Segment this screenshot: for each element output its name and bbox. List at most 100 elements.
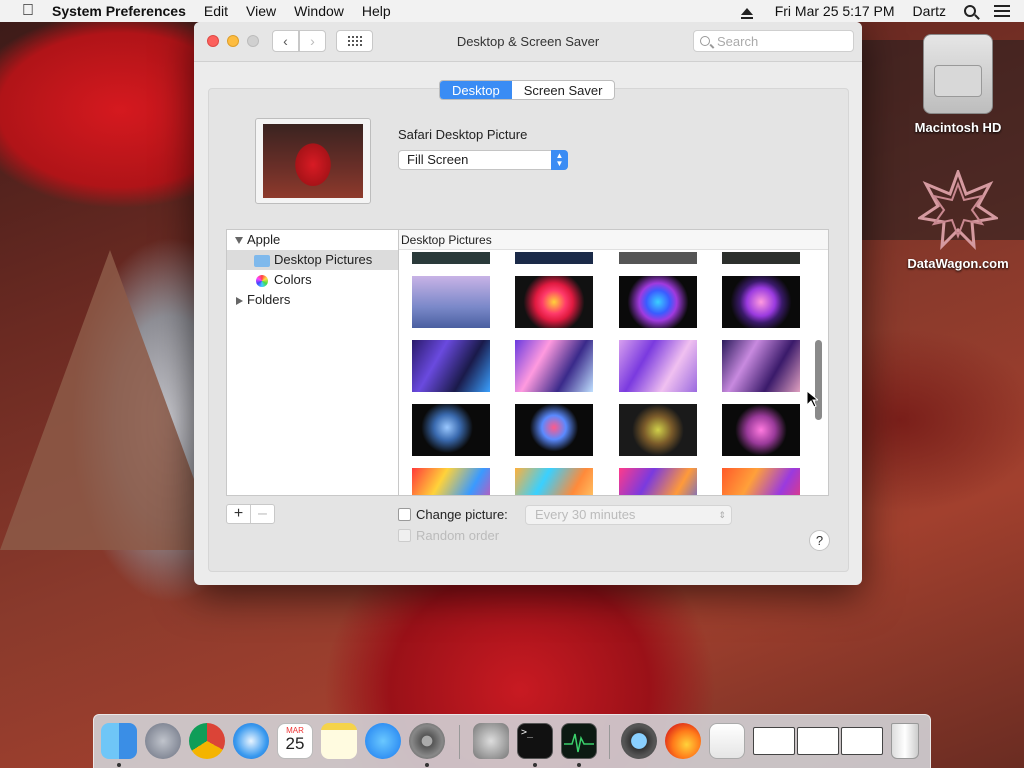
automator-icon[interactable]	[473, 723, 509, 759]
calendar-day: 25	[285, 734, 305, 753]
random-order-label: Random order	[416, 528, 500, 543]
activity-monitor-icon[interactable]	[561, 723, 597, 759]
trash-icon[interactable]	[891, 723, 919, 759]
thumbnail[interactable]	[412, 468, 490, 495]
firefox-icon[interactable]	[665, 723, 701, 759]
spyglass-icon[interactable]	[621, 723, 657, 759]
app-store-icon[interactable]	[365, 723, 401, 759]
search-placeholder: Search	[717, 33, 759, 49]
menu-help[interactable]: Help	[362, 3, 391, 19]
change-interval-value: Every 30 minutes	[535, 507, 636, 522]
remove-folder-button[interactable]: –	[250, 505, 274, 523]
app-menu[interactable]: System Preferences	[52, 3, 186, 19]
thumbnail[interactable]	[412, 276, 490, 328]
menu-edit[interactable]: Edit	[204, 3, 228, 19]
thumbnail[interactable]	[722, 468, 800, 495]
desktop-screensaver-window: ‹ › Desktop & Screen Saver Search Deskto…	[194, 22, 862, 585]
help-button[interactable]: ?	[809, 530, 830, 551]
thumbnail[interactable]	[515, 340, 593, 392]
tab-screen-saver[interactable]: Screen Saver	[512, 81, 615, 99]
window-1-thumb[interactable]	[753, 727, 795, 755]
wallpaper-shape	[0, 250, 220, 550]
thumbnail[interactable]	[722, 252, 800, 264]
thumbnail[interactable]	[722, 276, 800, 328]
thumbnail[interactable]	[515, 468, 593, 495]
terminal-icon[interactable]: >_	[517, 723, 553, 759]
thumbnail[interactable]	[722, 340, 800, 392]
thumbnail[interactable]	[515, 404, 593, 456]
dock-separator	[609, 725, 610, 759]
window-3-thumb[interactable]	[841, 727, 883, 755]
chrome-icon[interactable]	[189, 723, 225, 759]
source-colors-label: Colors	[274, 272, 312, 287]
thumbnail[interactable]	[619, 252, 697, 264]
fill-mode-popup[interactable]: Fill Screen ▲ ▼	[398, 150, 568, 170]
notes-icon[interactable]	[321, 723, 357, 759]
thumbnail[interactable]	[412, 252, 490, 264]
color-wheel-icon	[256, 274, 268, 287]
thumbnail[interactable]	[515, 276, 593, 328]
picture-gallery: Desktop Pictures	[398, 229, 829, 496]
running-indicator	[577, 763, 581, 767]
tab-desktop[interactable]: Desktop	[440, 81, 512, 99]
gallery-header: Desktop Pictures	[399, 230, 828, 250]
thumbnail[interactable]	[515, 252, 593, 264]
change-interval-popup[interactable]: Every 30 minutes ⇕	[525, 505, 732, 525]
add-remove-control: + –	[226, 504, 275, 524]
thumbnail[interactable]	[619, 340, 697, 392]
updown-arrows-icon: ⇕	[718, 510, 726, 520]
finder-icon[interactable]	[101, 723, 137, 759]
thumbnail[interactable]	[412, 340, 490, 392]
folder-icon	[254, 254, 270, 267]
change-picture-checkbox[interactable]	[398, 508, 411, 521]
menu-window[interactable]: Window	[294, 3, 344, 19]
desktop-icon-label: Macintosh HD	[914, 120, 1002, 135]
thumbnail[interactable]	[722, 404, 800, 456]
dock: MAR 25 >_	[93, 714, 931, 768]
desktop-icon-datawagon[interactable]: DataWagon.com	[888, 167, 1024, 271]
running-indicator	[533, 763, 537, 767]
running-indicator	[425, 763, 429, 767]
random-order-checkbox[interactable]	[398, 529, 411, 542]
preview-icon[interactable]	[709, 723, 745, 759]
menu-bar:  System Preferences Edit View Window He…	[0, 0, 1024, 22]
disclosure-closed-icon[interactable]	[236, 296, 243, 305]
source-desktop-pictures[interactable]: Desktop Pictures	[227, 250, 398, 270]
tab-segmented-control: Desktop Screen Saver	[439, 80, 616, 100]
source-list: Apple Desktop Pictures Colors Folders	[226, 229, 398, 496]
calendar-icon[interactable]: MAR 25	[277, 723, 313, 759]
thumbnail[interactable]	[619, 468, 697, 495]
desktop-icon-label: DataWagon.com	[907, 256, 1009, 271]
search-icon	[700, 36, 710, 46]
disclosure-open-icon[interactable]	[235, 237, 243, 245]
apple-menu-icon[interactable]: 	[18, 2, 38, 20]
notification-center-icon[interactable]	[994, 5, 1010, 17]
launchpad-icon[interactable]	[145, 723, 181, 759]
window-2-thumb[interactable]	[797, 727, 839, 755]
dock-separator	[459, 725, 460, 759]
hard-drive-icon	[923, 34, 993, 114]
thumbnail[interactable]	[619, 404, 697, 456]
safari-icon[interactable]	[233, 723, 269, 759]
menu-user[interactable]: Dartz	[913, 3, 946, 19]
current-picture-preview	[255, 118, 371, 204]
thumbnail[interactable]	[619, 276, 697, 328]
source-colors[interactable]: Colors	[227, 270, 398, 290]
menu-view[interactable]: View	[246, 3, 276, 19]
updown-arrows-icon: ▲ ▼	[551, 150, 568, 170]
eject-icon[interactable]	[740, 7, 753, 19]
system-preferences-icon[interactable]	[409, 723, 445, 759]
gallery-scrollbar[interactable]	[815, 340, 822, 420]
spotlight-icon[interactable]	[964, 5, 976, 17]
add-folder-button[interactable]: +	[227, 505, 250, 523]
source-folders-label: Folders	[247, 292, 291, 307]
change-picture-label: Change picture:	[416, 507, 508, 522]
menu-clock[interactable]: Fri Mar 25 5:17 PM	[775, 3, 895, 19]
source-folders[interactable]: Folders	[227, 290, 398, 310]
thumbnail[interactable]	[412, 404, 490, 456]
desktop-icon-macintosh-hd[interactable]: Macintosh HD	[888, 34, 1024, 135]
source-apple[interactable]: Apple	[227, 230, 398, 250]
source-apple-label: Apple	[247, 232, 281, 247]
search-field[interactable]: Search	[693, 30, 854, 52]
title-bar: ‹ › Desktop & Screen Saver Search	[194, 22, 862, 62]
